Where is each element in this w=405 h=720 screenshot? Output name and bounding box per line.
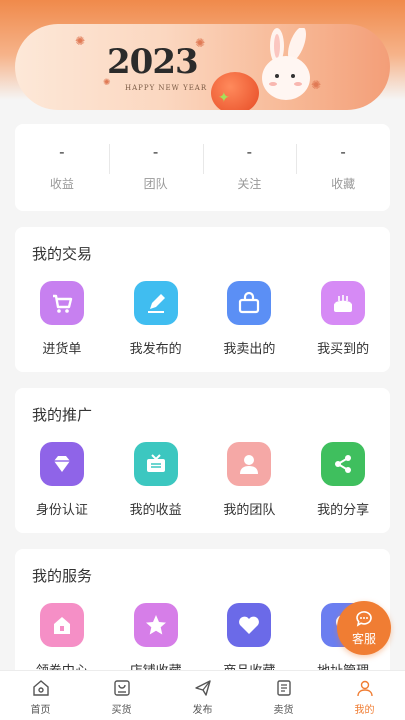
- section-title: 我的服务: [32, 567, 93, 585]
- basket-icon: [227, 281, 272, 325]
- stat-income[interactable]: - 收益: [15, 138, 109, 198]
- bag-icon: [113, 680, 130, 696]
- item-label: 我买到的: [317, 342, 370, 357]
- stat-value: -: [340, 143, 346, 161]
- trade-section: 我的交易 进货单 我发布的 我卖出的 我买到的: [15, 227, 390, 372]
- home-icon: [32, 680, 49, 696]
- stat-label: 团队: [143, 177, 168, 191]
- item-label: 我的收益: [129, 503, 182, 518]
- cake-icon: [321, 281, 366, 325]
- tab-label: 卖货: [273, 705, 294, 716]
- tab-label: 发布: [192, 705, 213, 716]
- customer-service-button[interactable]: 客服: [337, 601, 391, 655]
- trade-item-bought[interactable]: 我买到的: [296, 281, 390, 357]
- stat-label: 收藏: [331, 177, 356, 191]
- stat-label: 收益: [49, 177, 74, 191]
- section-title: 我的推广: [32, 406, 93, 424]
- stat-value: -: [59, 143, 65, 161]
- promo-item-income[interactable]: 我的收益: [109, 442, 203, 518]
- tab-sell[interactable]: 卖货: [243, 671, 324, 720]
- share-icon: [321, 442, 366, 486]
- chat-icon: [356, 610, 372, 627]
- tab-mine[interactable]: 我的: [324, 671, 405, 720]
- service-item-store-favorites[interactable]: 店铺收藏: [109, 603, 203, 679]
- receipt-icon: [276, 680, 291, 696]
- sparkle-icon: ✦: [218, 90, 230, 106]
- item-label: 身份认证: [35, 503, 88, 518]
- diamond-icon: [39, 442, 84, 486]
- promo-item-team[interactable]: 我的团队: [203, 442, 297, 518]
- tab-publish[interactable]: 发布: [162, 671, 243, 720]
- item-label: 我发布的: [129, 342, 182, 357]
- item-label: 进货单: [42, 342, 82, 357]
- trade-item-sold[interactable]: 我卖出的: [203, 281, 297, 357]
- tab-label: 我的: [354, 705, 375, 716]
- tab-home[interactable]: 首页: [0, 671, 81, 720]
- service-item-coupons[interactable]: 领券中心: [15, 603, 109, 679]
- promo-item-verification[interactable]: 身份认证: [15, 442, 109, 518]
- tab-label: 买货: [111, 705, 132, 716]
- tab-label: 首页: [30, 705, 51, 716]
- stats-card: - 收益 - 团队 - 关注 - 收藏: [15, 124, 390, 211]
- tab-buy[interactable]: 买货: [81, 671, 162, 720]
- tv-icon: [133, 442, 178, 486]
- promo-item-share[interactable]: 我的分享: [296, 442, 390, 518]
- paper-plane-icon: [194, 680, 211, 696]
- stat-label: 关注: [237, 177, 262, 191]
- trade-item-published[interactable]: 我发布的: [109, 281, 203, 357]
- item-label: 我的分享: [317, 503, 370, 518]
- heart-icon: [227, 603, 272, 647]
- person-icon: [227, 442, 272, 486]
- stat-follow[interactable]: - 关注: [202, 138, 297, 198]
- stat-team[interactable]: - 团队: [108, 138, 203, 198]
- section-title: 我的交易: [32, 245, 93, 263]
- banner-greeting: HAPPY NEW YEAR: [125, 84, 208, 92]
- banner-year: 2023: [107, 42, 199, 82]
- new-year-banner[interactable]: ✺ ✺ ✺ ✺ 2023 HAPPY NEW YEAR ✦: [15, 24, 390, 110]
- trade-item-purchase-order[interactable]: 进货单: [15, 281, 109, 357]
- stat-favorites[interactable]: - 收藏: [296, 138, 390, 198]
- stat-value: -: [246, 143, 253, 161]
- star-icon: [133, 603, 178, 647]
- promotion-section: 我的推广 身份认证 我的收益 我的团队 我的分享: [15, 388, 390, 533]
- item-label: 我卖出的: [223, 342, 276, 357]
- service-section: 我的服务 领券中心 店铺收藏 商品收藏 地址管理: [15, 549, 390, 684]
- firework-icon: ✺: [75, 34, 86, 48]
- service-item-product-favorites[interactable]: 商品收藏: [203, 603, 297, 679]
- rabbit-icon: [262, 28, 310, 100]
- pen-icon: [133, 281, 178, 325]
- item-label: 我的团队: [223, 503, 276, 518]
- customer-service-label: 客服: [351, 631, 376, 646]
- user-icon: [356, 680, 373, 697]
- bottom-tab-bar: 首页 买货 发布 卖货 我的: [0, 670, 405, 720]
- stat-value: -: [152, 143, 159, 161]
- cart-icon: [39, 281, 84, 325]
- house-icon: [39, 603, 84, 647]
